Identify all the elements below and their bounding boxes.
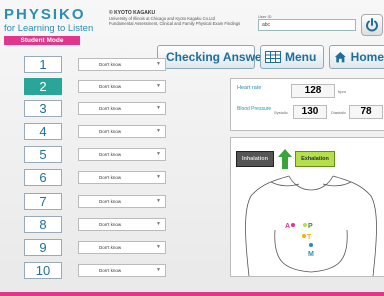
answer-select[interactable]: Don't know ▼ <box>78 102 166 115</box>
answer-select[interactable]: Don't know ▼ <box>78 264 166 277</box>
point-t-dot <box>302 234 306 238</box>
answer-select[interactable]: Don't know ▼ <box>78 218 166 231</box>
chevron-down-icon: ▼ <box>156 105 161 111</box>
auscultation-point-m[interactable]: M <box>308 243 314 258</box>
home-button[interactable]: Home <box>329 45 384 69</box>
answer-select[interactable]: Don't know ▼ <box>78 58 166 71</box>
chevron-down-icon: ▼ <box>156 83 161 89</box>
copyright-notice: © KYOTO KAGAKU University of Illinois at… <box>109 11 249 27</box>
answer-select-value: Don't know <box>99 62 122 67</box>
chevron-down-icon: ▼ <box>156 61 161 67</box>
mode-badge: Student Mode <box>4 36 80 45</box>
bottom-accent-stripe <box>0 292 384 296</box>
answer-select-value: Don't know <box>99 84 122 89</box>
question-number-button[interactable]: 10 <box>24 262 62 279</box>
user-id-box: User ID abc <box>258 14 358 31</box>
answer-select-value: Don't know <box>99 129 122 134</box>
torso-diagram: A P T M <box>245 175 377 276</box>
arrow-up-icon <box>278 149 292 169</box>
chevron-down-icon: ▼ <box>156 244 161 250</box>
home-icon <box>334 52 346 63</box>
question-number-button[interactable]: 3 <box>24 100 62 117</box>
answer-select[interactable]: Don't know ▼ <box>78 148 166 161</box>
point-p-dot <box>303 223 307 227</box>
auscultation-point-a[interactable]: A <box>285 223 295 230</box>
exhalation-button[interactable]: Exhalation <box>295 151 335 167</box>
vitals-panel: Heart rate 128 bpm Blood Pressure Systol… <box>230 78 384 131</box>
copyright-line-2: Fundamental Assessment, Clinical and Fam… <box>109 21 241 26</box>
diastolic-value: 78 <box>349 105 383 119</box>
heart-rate-value: 128 <box>291 84 335 98</box>
chevron-down-icon: ▼ <box>156 128 161 134</box>
answer-select-value: Don't know <box>99 199 122 204</box>
answer-select[interactable]: Don't know ▼ <box>78 171 166 184</box>
answer-select-value: Don't know <box>99 222 122 227</box>
point-a-label: A <box>285 223 290 230</box>
heart-rate-label: Heart rate <box>237 85 262 91</box>
question-number-button[interactable]: 9 <box>24 239 62 256</box>
inhalation-button[interactable]: Inhalation <box>236 151 274 167</box>
point-a-dot <box>291 223 295 227</box>
point-m-dot <box>309 243 313 247</box>
home-label: Home <box>350 50 384 64</box>
chevron-down-icon: ▼ <box>156 221 161 227</box>
brand-subtitle: for Learning to Listen <box>4 23 94 34</box>
answer-select-value: Don't know <box>99 245 122 250</box>
power-icon <box>366 18 378 32</box>
answer-select-value: Don't know <box>99 268 122 273</box>
question-number-button[interactable]: 7 <box>24 193 62 210</box>
answer-select[interactable]: Don't know ▼ <box>78 241 166 254</box>
chevron-down-icon: ▼ <box>156 151 161 157</box>
question-number-button[interactable]: 4 <box>24 123 62 140</box>
chevron-down-icon: ▼ <box>156 267 161 273</box>
chevron-down-icon: ▼ <box>156 174 161 180</box>
user-id-field[interactable]: abc <box>258 19 356 31</box>
diastolic-label: Diastolic <box>331 110 347 115</box>
systolic-value: 130 <box>293 105 327 119</box>
brand-logo: PHYSIKO for Learning to Listen Student M… <box>4 6 108 45</box>
point-t-label: T <box>307 234 312 241</box>
answer-select-value: Don't know <box>99 152 122 157</box>
auscultation-point-p[interactable]: P <box>303 223 313 230</box>
answer-select[interactable]: Don't know ▼ <box>78 80 166 93</box>
brand-title: PHYSIKO <box>4 6 86 23</box>
auscultation-point-t[interactable]: T <box>302 234 312 241</box>
auscultation-panel: Inhalation Exhalation A P T M <box>230 137 384 277</box>
systolic-label: Systolic <box>274 110 288 115</box>
app-window: PHYSIKO for Learning to Listen Student M… <box>0 0 384 296</box>
blood-pressure-label: Blood Pressure <box>237 106 272 112</box>
menu-label: Menu <box>285 50 317 64</box>
answer-select[interactable]: Don't know ▼ <box>78 195 166 208</box>
point-m-label: M <box>308 251 314 258</box>
menu-grid-icon <box>265 51 281 63</box>
answer-select[interactable]: Don't know ▼ <box>78 125 166 138</box>
question-number-button[interactable]: 8 <box>24 216 62 233</box>
checking-answers-label: Checking Answers <box>166 50 273 64</box>
power-button[interactable] <box>361 14 383 36</box>
menu-button[interactable]: Menu <box>260 45 324 69</box>
question-number-button[interactable]: 6 <box>24 169 62 186</box>
point-p-label: P <box>308 223 313 230</box>
question-number-button-active[interactable]: 2 <box>24 78 62 95</box>
answer-select-value: Don't know <box>99 175 122 180</box>
checking-answers-button[interactable]: Checking Answers <box>157 45 273 69</box>
answer-select-value: Don't know <box>99 106 122 111</box>
chevron-down-icon: ▼ <box>156 198 161 204</box>
heart-rate-unit: bpm <box>338 89 346 94</box>
question-number-button[interactable]: 5 <box>24 146 62 163</box>
question-number-button[interactable]: 1 <box>24 56 62 73</box>
